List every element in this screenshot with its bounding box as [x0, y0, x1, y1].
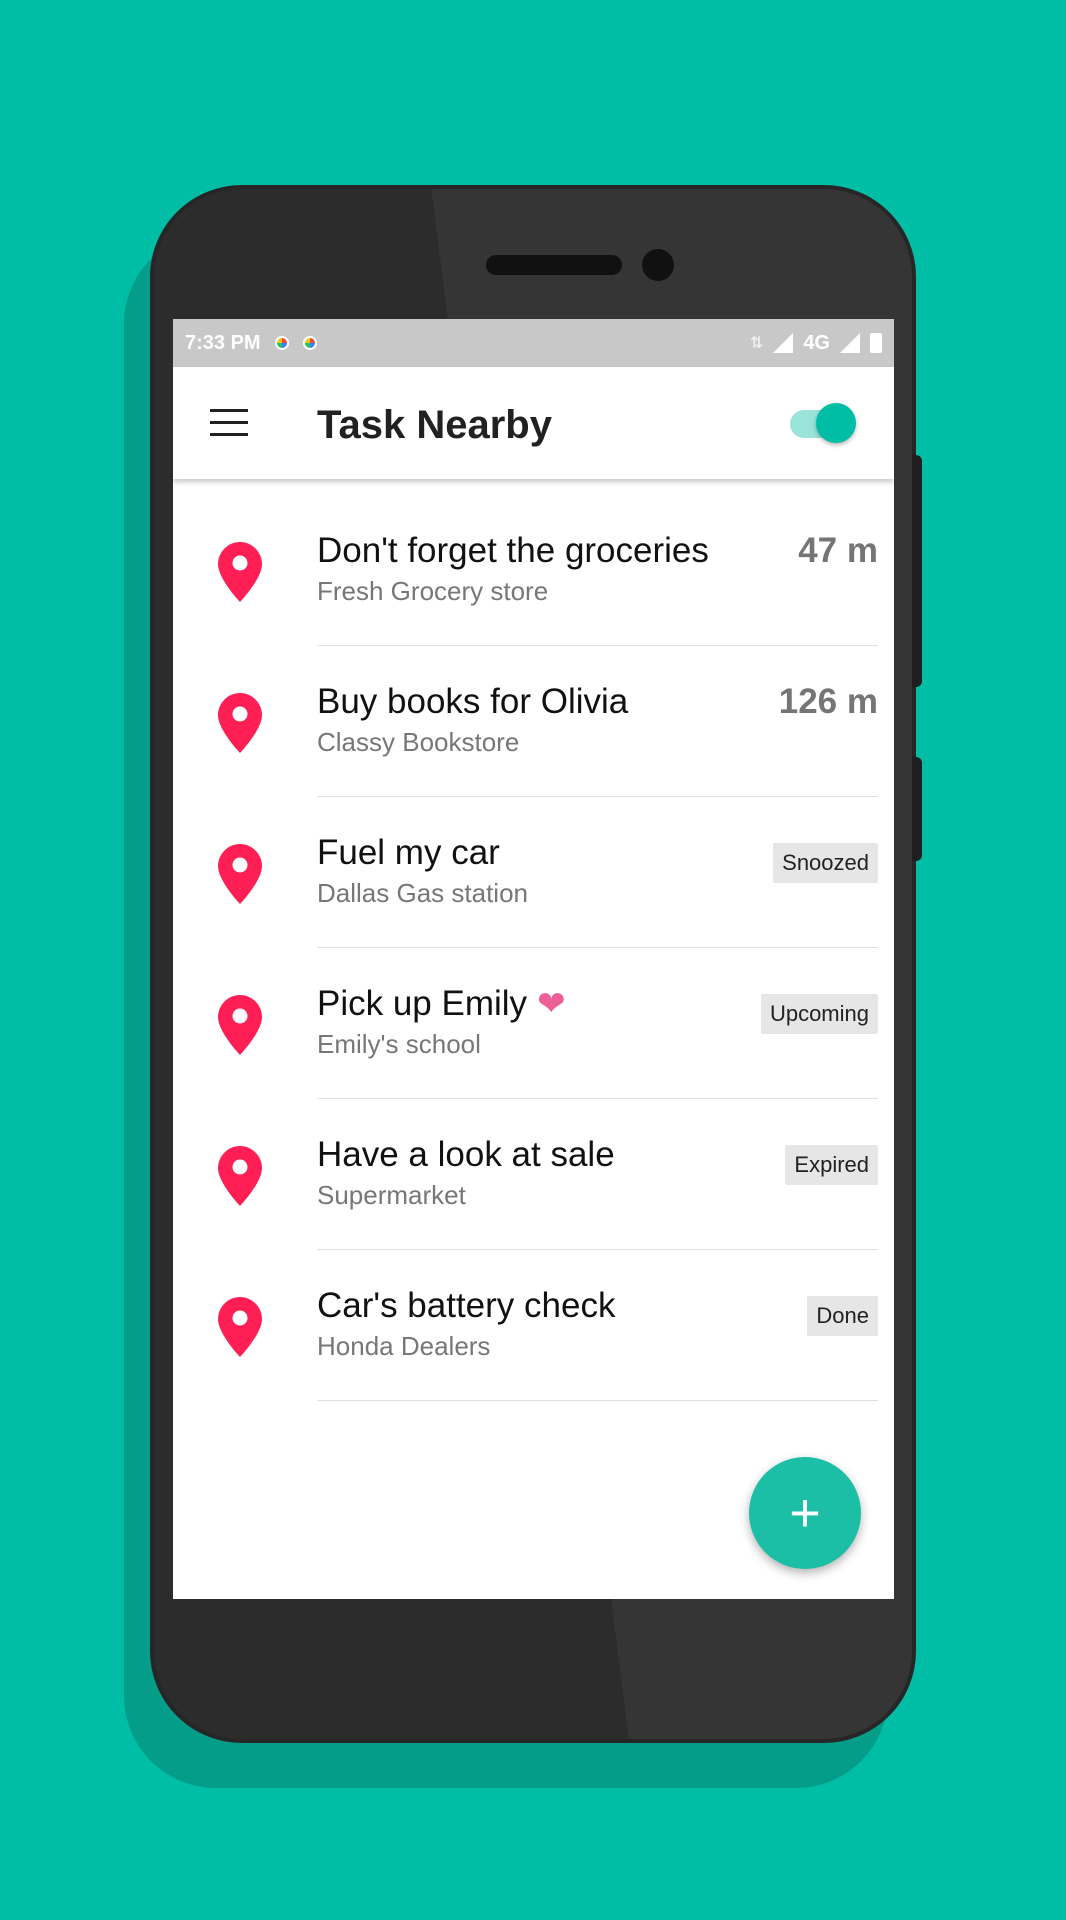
task-title-row: Pick up Emily ❤: [317, 984, 566, 1024]
task-list: Don't forget the groceries Fresh Grocery…: [173, 479, 894, 1401]
task-item[interactable]: Don't forget the groceries Fresh Grocery…: [173, 495, 894, 646]
task-place: Fresh Grocery store: [317, 576, 549, 606]
notification-icon: [302, 336, 317, 350]
location-pin-icon: [218, 1297, 262, 1357]
task-item[interactable]: Fuel my car Dallas Gas station Snoozed: [173, 797, 894, 948]
location-pin-icon: [218, 693, 262, 753]
task-distance: 47 m: [798, 531, 878, 570]
battery-icon: [870, 333, 882, 353]
task-place: Supermarket: [317, 1180, 466, 1210]
location-pin-icon: [218, 995, 262, 1055]
status-time: 7:33 PM: [185, 331, 261, 354]
nearby-toggle[interactable]: [790, 403, 856, 445]
task-place: Classy Bookstore: [317, 727, 520, 757]
task-place: Emily's school: [317, 1029, 481, 1059]
location-pin-icon: [218, 844, 262, 904]
task-place: Dallas Gas station: [317, 878, 528, 908]
task-title: Pick up Emily: [317, 984, 528, 1023]
task-place: Honda Dealers: [317, 1331, 491, 1361]
divider: [317, 1400, 878, 1401]
network-type: 4G: [803, 331, 830, 354]
task-title: Have a look at sale: [317, 1135, 615, 1174]
signal-icon: [840, 333, 860, 353]
page-title: Task Nearby: [317, 403, 552, 447]
speaker-grille: [486, 255, 622, 275]
data-activity-icon: ⇅: [749, 335, 764, 352]
toggle-thumb: [816, 403, 856, 443]
power-button: [912, 757, 922, 861]
front-camera: [642, 249, 674, 281]
task-item[interactable]: Pick up Emily ❤ Emily's school Upcoming: [173, 948, 894, 1099]
task-item[interactable]: Have a look at sale Supermarket Expired: [173, 1099, 894, 1250]
location-pin-icon: [218, 542, 262, 602]
status-badge: Expired: [785, 1145, 878, 1185]
status-badge: Snoozed: [773, 843, 878, 883]
task-item[interactable]: Buy books for Olivia Classy Bookstore 12…: [173, 646, 894, 797]
volume-button: [912, 455, 922, 687]
task-title: Buy books for Olivia: [317, 682, 629, 721]
menu-icon[interactable]: [210, 409, 248, 437]
status-badge: Upcoming: [760, 994, 878, 1034]
notification-icon: [274, 336, 289, 350]
app-bar: Task Nearby: [173, 367, 894, 479]
status-badge: Done: [807, 1296, 878, 1336]
heart-icon: ❤: [537, 985, 566, 1023]
task-item[interactable]: Car's battery check Honda Dealers Done: [173, 1250, 894, 1401]
add-task-button[interactable]: +: [749, 1457, 861, 1569]
location-pin-icon: [218, 1146, 262, 1206]
status-bar: 7:33 PM ⇅ 4G: [173, 319, 894, 367]
signal-icon: [773, 333, 794, 353]
app-screen: 7:33 PM ⇅ 4G Task Nearby Don't forget th…: [173, 319, 894, 1599]
task-distance: 126 m: [778, 682, 878, 721]
task-title: Fuel my car: [317, 833, 500, 872]
task-title: Don't forget the groceries: [317, 531, 709, 570]
task-title: Car's battery check: [317, 1286, 616, 1325]
